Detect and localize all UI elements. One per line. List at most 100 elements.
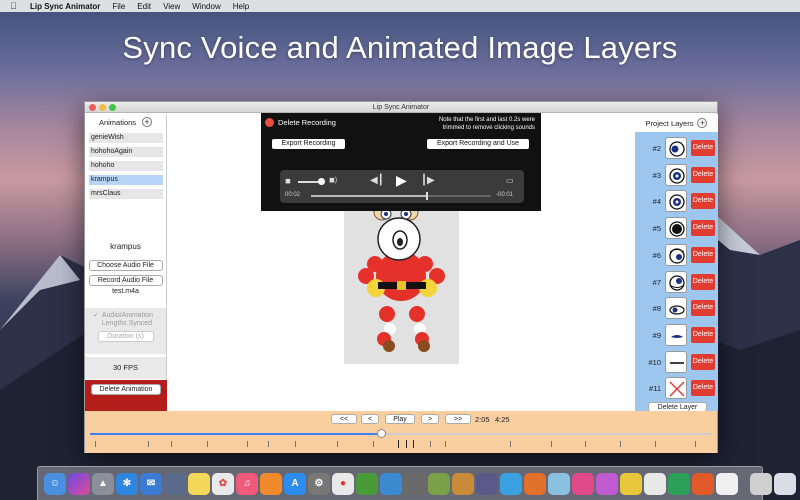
terminal-icon[interactable] [404,472,426,495]
layer-row[interactable]: #5 Delete [635,217,718,240]
layer-row[interactable]: #6 Delete [635,243,718,266]
x-icon[interactable] [665,377,687,400]
app-store-icon[interactable]: A [284,472,306,495]
rewind-button[interactable]: << [331,414,357,424]
window-close-button[interactable] [89,104,96,111]
app-icon[interactable] [548,472,570,495]
delete-animation-button[interactable]: Delete Animation [91,384,161,395]
app-icon[interactable] [692,472,714,495]
app-icon[interactable] [572,472,594,495]
duration-field[interactable]: Duration (s) [97,331,154,342]
apple-icon[interactable]:  [10,1,20,11]
app-icon[interactable] [452,472,474,495]
app-icon[interactable] [668,472,690,495]
step-back-button[interactable]: < [361,414,379,424]
skip-back-icon[interactable]: ◀┃ [370,175,384,186]
animation-item[interactable]: mrsClaus [89,189,163,199]
downloads-icon[interactable] [750,472,772,495]
delete-layer-row-button[interactable]: Delete [691,220,715,237]
delete-layer-row-button[interactable]: Delete [691,326,715,343]
play-button[interactable]: Play [385,414,415,424]
eye-icon-closed[interactable] [665,323,687,346]
delete-layer-row-button[interactable]: Delete [691,353,715,370]
contacts-icon[interactable] [164,472,186,495]
lip-sync-animator-icon[interactable] [716,472,738,495]
animation-item[interactable]: hohoho [89,161,163,171]
eye-icon-center-large[interactable] [665,217,687,240]
choose-audio-button[interactable]: Choose Audio File [88,260,163,271]
eye-icon-up[interactable] [665,270,687,293]
mail-icon[interactable]: ✉ [140,472,162,495]
app-icon[interactable] [500,472,522,495]
eye-icon-center[interactable] [665,190,687,213]
delete-layer-row-button[interactable]: Delete [691,273,715,290]
eye-icon-side[interactable] [665,297,687,320]
timeline-playhead[interactable] [377,429,387,438]
eye-icon-center[interactable] [665,163,687,186]
delete-layer-row-button[interactable]: Delete [691,300,715,317]
layer-row[interactable]: #9 Delete [635,323,718,346]
fast-forward-button[interactable]: >> [445,414,471,424]
layer-row[interactable]: #10 Delete [635,350,718,373]
finder-icon[interactable]: ☺ [44,472,66,495]
eye-icon-right[interactable] [665,243,687,266]
chrome-icon[interactable]: ● [332,472,354,495]
delete-layer-row-button[interactable]: Delete [691,140,715,156]
menu-edit[interactable]: Edit [137,2,151,11]
menu-view[interactable]: View [163,2,180,11]
sync-checkbox[interactable]: ✓ [93,312,99,328]
window-zoom-button[interactable] [109,104,116,111]
launchpad-icon[interactable]: ▲ [92,472,114,495]
menu-file[interactable]: File [112,2,125,11]
siri-icon[interactable] [68,472,90,495]
menu-app-name[interactable]: Lip Sync Animator [30,2,100,11]
music-icon[interactable]: ♫ [236,472,258,495]
delete-layer-row-button[interactable]: Delete [691,380,715,397]
app-icon[interactable] [476,472,498,495]
system-preferences-icon[interactable]: ⚙ [308,472,330,495]
volume-slider[interactable] [298,181,320,183]
delete-recording-button[interactable]: Delete Recording [278,118,336,127]
photos-icon[interactable]: ✿ [212,472,234,495]
trash-icon[interactable] [774,472,796,495]
record-audio-button[interactable]: Record Audio File [88,275,163,286]
app-icon[interactable] [596,472,618,495]
safari-icon[interactable]: ✻ [116,472,138,495]
add-layer-button[interactable]: + [697,118,708,128]
app-icon[interactable] [620,472,642,495]
layer-row[interactable]: #4 Delete [635,190,718,213]
export-recording-button[interactable]: Export Recording [272,139,345,149]
app-icon[interactable] [524,472,546,495]
app-icon[interactable] [644,472,666,495]
notes-icon[interactable] [188,472,210,495]
menu-help[interactable]: Help [233,2,249,11]
skip-forward-icon[interactable]: ┃▶ [421,175,435,186]
step-forward-button[interactable]: > [421,414,439,424]
minecraft-icon[interactable] [428,472,450,495]
volume-knob[interactable] [318,178,325,185]
animation-item[interactable]: hohohoAgain [89,147,163,157]
layer-row[interactable]: #3 Delete [635,163,718,186]
menu-window[interactable]: Window [192,2,220,11]
delete-layer-row-button[interactable]: Delete [691,166,715,183]
app-icon[interactable] [380,472,402,495]
export-recording-and-use-button[interactable]: Export Recording and Use [427,139,529,149]
animation-item-selected[interactable]: krampus [89,175,163,185]
books-icon[interactable] [260,472,282,495]
layer-row[interactable]: #11 Delete [635,377,718,400]
layer-row[interactable]: #7 Delete [635,270,718,293]
playback-knob[interactable] [426,192,429,200]
play-icon[interactable]: ▶ [396,172,407,189]
layer-row[interactable]: #8 Delete [635,297,718,320]
airplay-icon[interactable]: ▭ [506,176,514,185]
timeline-scrubber[interactable] [90,429,712,438]
layer-row[interactable]: #2 Delete [635,137,718,159]
xcode-icon[interactable] [356,472,378,495]
playback-scrubber[interactable] [311,192,491,200]
delete-layer-row-button[interactable]: Delete [691,193,715,210]
line-icon[interactable] [665,350,687,373]
animation-item[interactable]: genieWish [89,133,163,143]
window-minimize-button[interactable] [99,104,106,111]
delete-layer-row-button[interactable]: Delete [691,246,715,263]
eye-icon-left[interactable] [665,137,687,159]
